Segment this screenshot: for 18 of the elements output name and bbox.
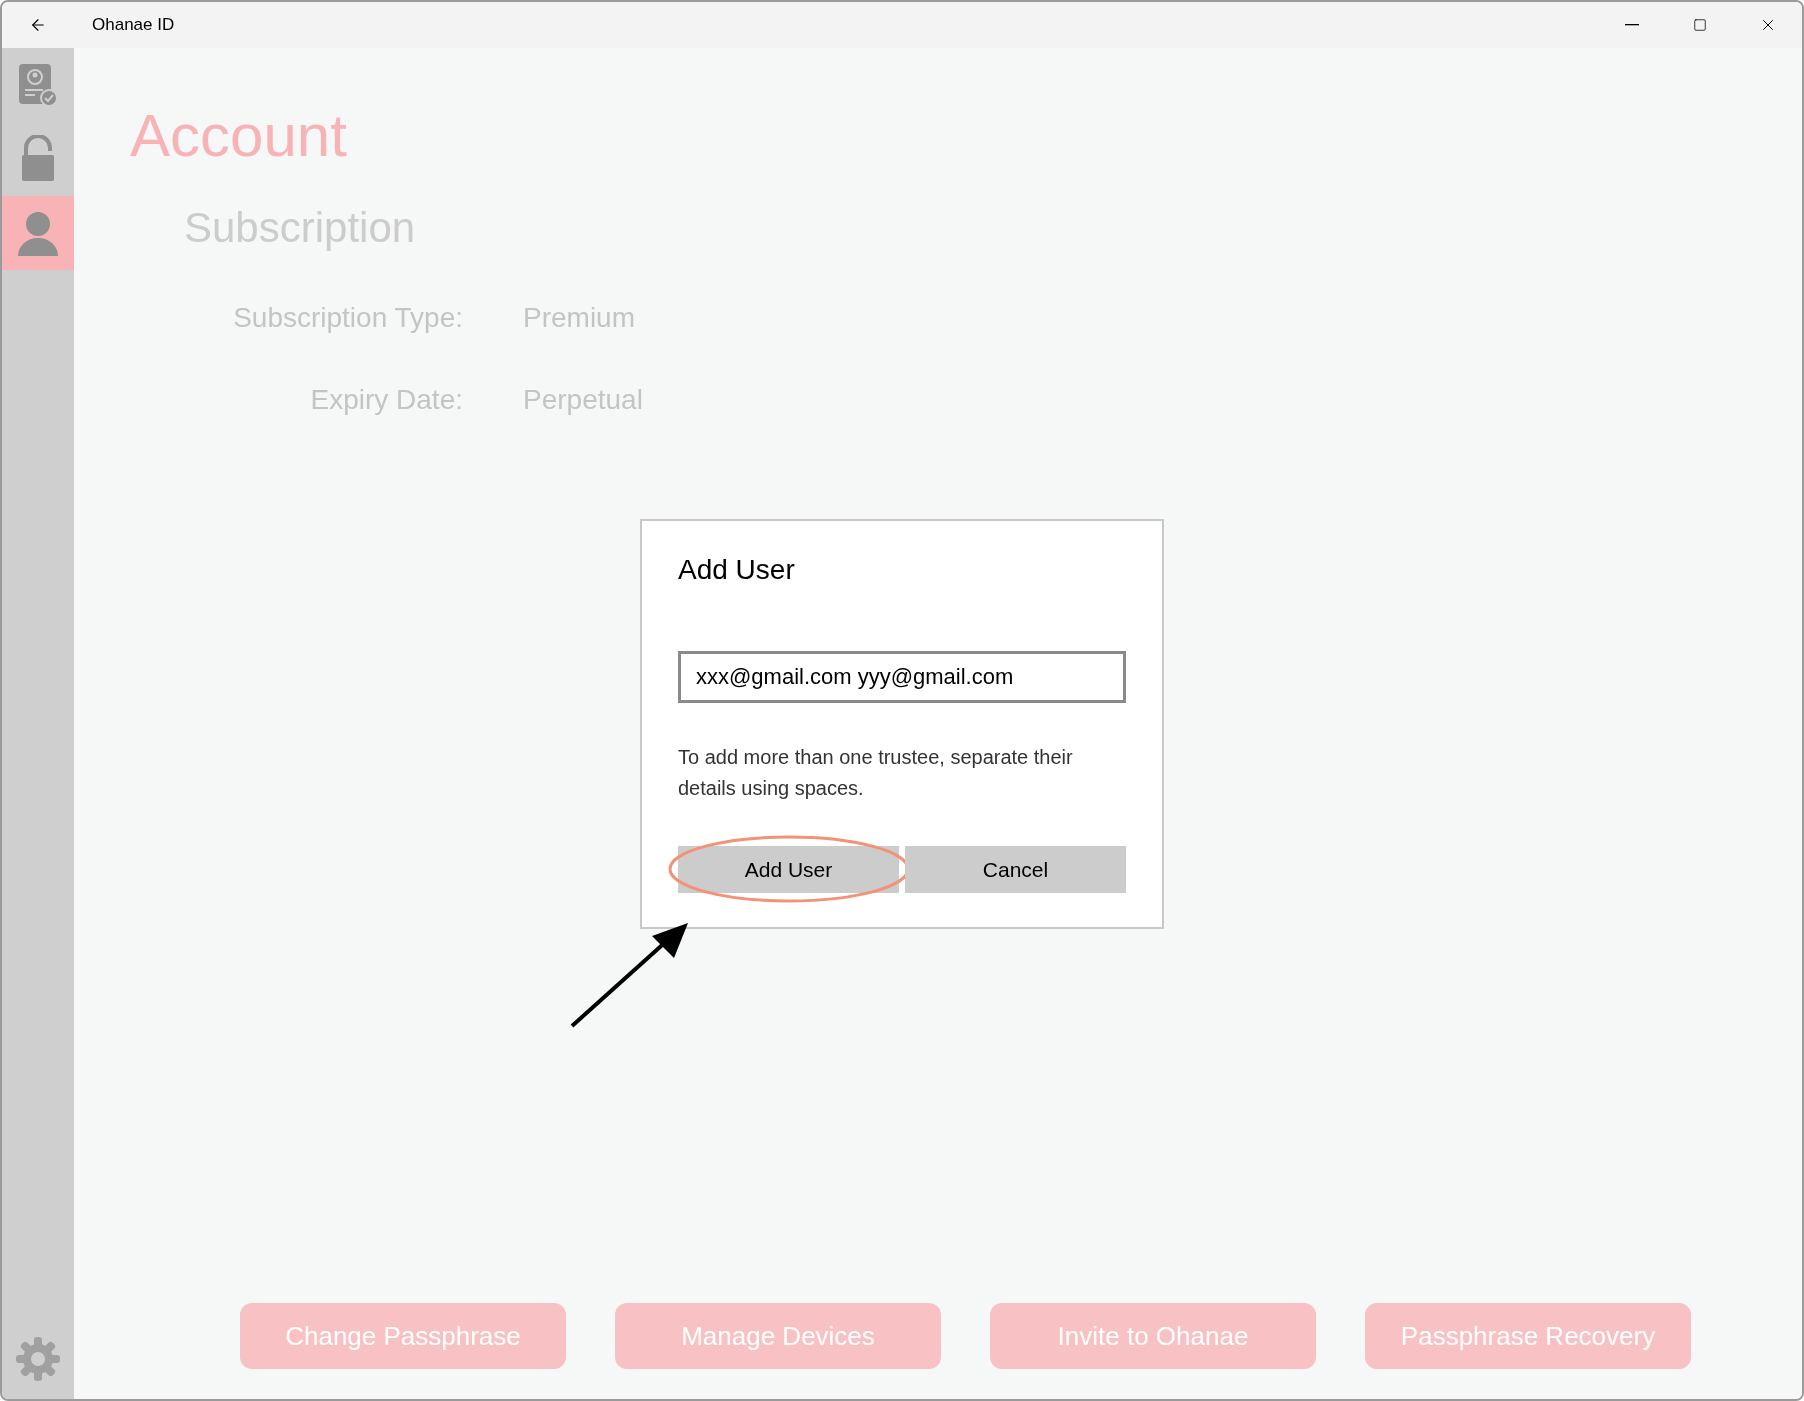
minimize-icon [1625, 24, 1639, 26]
page-title: Account [130, 102, 348, 170]
maximize-icon [1693, 18, 1707, 32]
id-card-icon [17, 62, 59, 108]
dialog-title: Add User [678, 553, 796, 587]
action-button[interactable]: Change Passphrase [240, 1303, 566, 1369]
sidebar-item[interactable] [2, 196, 74, 270]
help-text: To add more than one trustee, separate their details using spaces. [678, 745, 1074, 801]
dialog-button[interactable]: Add User [678, 846, 899, 893]
action-button[interactable]: Manage Devices [615, 1303, 941, 1369]
action-button[interactable]: Invite to Ohanae [990, 1303, 1316, 1369]
window-title: Ohanae ID [92, 14, 175, 37]
settings-icon [15, 1336, 61, 1382]
padlock-icon [20, 135, 56, 183]
email-input-field[interactable]: xxx@gmail.com yyy@gmail.com [678, 651, 1126, 703]
person-icon [16, 210, 60, 256]
action-button[interactable]: Passphrase Recovery [1365, 1303, 1691, 1369]
dialog-button[interactable]: Cancel [905, 846, 1126, 893]
